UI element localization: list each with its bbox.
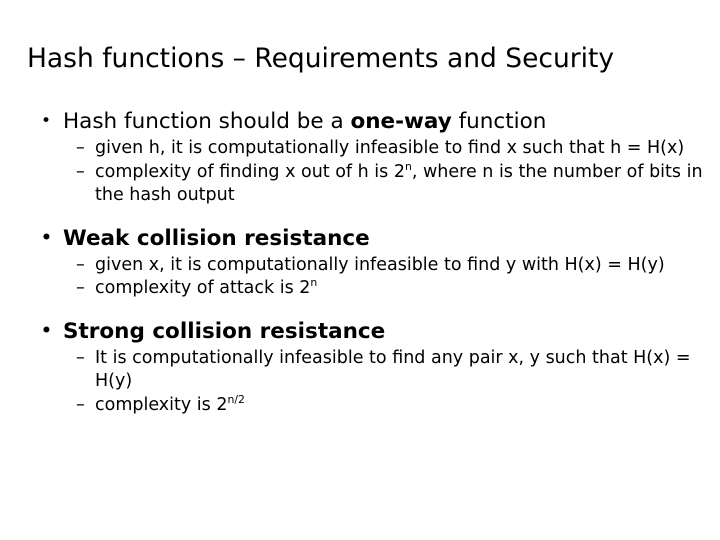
dash-marker-icon: – bbox=[76, 161, 85, 182]
sub-bullet: – complexity is 2n/2 bbox=[0, 394, 720, 418]
bullet-heading-prefix: Hash function should be a bbox=[63, 109, 351, 134]
dash-marker-icon: – bbox=[76, 254, 85, 275]
sub-bullet-text: It is computationally infeasible to find… bbox=[95, 347, 691, 392]
bullet-marker-icon: • bbox=[41, 111, 52, 131]
bullet-heading: • Weak collision resistance bbox=[0, 225, 720, 252]
slide-body: • Hash function should be a one-way funct… bbox=[0, 108, 720, 417]
sub-bullet: – complexity of attack is 2n bbox=[0, 277, 720, 301]
bullet-heading-emphasis: one-way bbox=[350, 109, 452, 134]
sub-bullet: – given h, it is computationally infeasib… bbox=[0, 137, 720, 161]
sub-bullet: – It is computationally infeasible to fin… bbox=[0, 347, 720, 394]
section-strong-collision: • Strong collision resistance – It is comp… bbox=[0, 318, 720, 418]
dash-marker-icon: – bbox=[76, 278, 85, 298]
bullet-heading: • Strong collision resistance bbox=[0, 318, 720, 345]
bullet-heading-emphasis: Weak collision resistance bbox=[63, 225, 370, 251]
sub-bullet-text-before: complexity of finding x out of h is 2 bbox=[95, 161, 405, 182]
dash-marker-icon: – bbox=[76, 394, 85, 415]
bullet-heading-emphasis: Strong collision resistance bbox=[63, 318, 386, 344]
section-one-way: • Hash function should be a one-way funct… bbox=[0, 108, 720, 208]
superscript: n bbox=[404, 159, 412, 173]
bullet-marker-icon: • bbox=[41, 320, 52, 341]
section-weak-collision: • Weak collision resistance – given x, it … bbox=[0, 225, 720, 301]
sub-bullet-text: given h, it is computationally infeasibl… bbox=[95, 138, 685, 158]
sub-bullet-text-before: complexity of attack is 2 bbox=[95, 278, 311, 298]
bullet-heading-suffix: function bbox=[451, 109, 547, 134]
bullet-heading: • Hash function should be a one-way funct… bbox=[0, 108, 720, 135]
superscript: n bbox=[310, 276, 318, 290]
sub-bullet-text-before: complexity is 2 bbox=[95, 394, 228, 415]
page-title: Hash functions – Requirements and Securi… bbox=[27, 43, 615, 74]
sub-bullet: – complexity of finding x out of h is 2n,… bbox=[0, 161, 720, 208]
sub-bullet: – given x, it is computationally infeasib… bbox=[0, 254, 720, 278]
slide-canvas: Hash functions – Requirements and Securi… bbox=[0, 0, 720, 540]
dash-marker-icon: – bbox=[76, 138, 85, 158]
bullet-marker-icon: • bbox=[41, 227, 52, 248]
dash-marker-icon: – bbox=[76, 347, 85, 368]
superscript: n/2 bbox=[227, 392, 245, 406]
sub-bullet-text: given x, it is computationally infeasibl… bbox=[95, 254, 665, 275]
